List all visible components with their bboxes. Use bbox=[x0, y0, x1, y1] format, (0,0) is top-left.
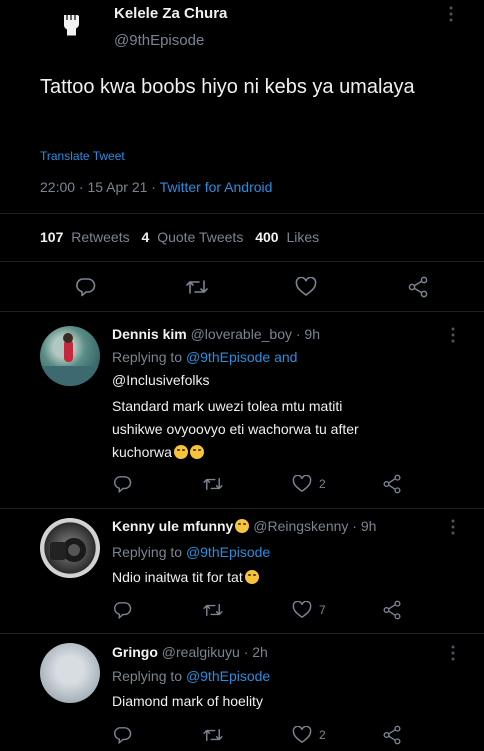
retweet-icon[interactable] bbox=[202, 727, 224, 743]
author-handle[interactable]: @9thEpisode bbox=[114, 32, 204, 49]
reply-icon[interactable] bbox=[74, 277, 96, 297]
divider bbox=[0, 311, 484, 312]
reply-icon[interactable] bbox=[112, 475, 132, 493]
replying-to: Replying to @9thEpisode and bbox=[112, 349, 298, 365]
divider bbox=[0, 633, 484, 634]
reply-avatar[interactable] bbox=[40, 518, 100, 578]
divider bbox=[0, 213, 484, 214]
quotes-stat[interactable]: 4 Quote Tweets bbox=[142, 229, 248, 245]
like-icon[interactable] bbox=[292, 726, 312, 744]
retweet-icon[interactable] bbox=[185, 278, 209, 296]
reply-avatar[interactable] bbox=[40, 326, 100, 386]
grimace-emoji bbox=[189, 445, 204, 459]
reply-avatar[interactable] bbox=[40, 643, 100, 703]
share-icon[interactable] bbox=[382, 600, 402, 620]
reply-icon[interactable] bbox=[112, 726, 132, 744]
share-icon[interactable] bbox=[382, 725, 402, 745]
translate-tweet-link[interactable]: Translate Tweet bbox=[40, 149, 125, 163]
reply-header: Dennis kim @loverable_boy · 9h bbox=[112, 326, 320, 342]
tweet-time: 22:00 · 15 Apr 21 · bbox=[40, 179, 156, 195]
mention-link[interactable]: @9thEpisode bbox=[186, 668, 270, 684]
retweets-stat[interactable]: 107 Retweets bbox=[40, 229, 134, 245]
replying-to: Replying to @9thEpisode bbox=[112, 544, 271, 560]
more-icon[interactable] bbox=[449, 327, 457, 343]
reply-text-line: ushikwe ovyoovyo eti wachorwa tu after bbox=[112, 421, 359, 437]
more-icon[interactable] bbox=[449, 519, 457, 535]
mention-link[interactable]: @9thEpisode bbox=[186, 544, 270, 560]
likes-stat[interactable]: 400 Likes bbox=[255, 229, 323, 245]
reply-handle-time[interactable]: @realgikuyu · 2h bbox=[162, 644, 268, 660]
rolling-eyes-emoji bbox=[173, 445, 188, 459]
reply-header: Kenny ule mfunny @Reingskenny · 9h bbox=[112, 518, 376, 534]
replying-to: Replying to @9thEpisode bbox=[112, 668, 271, 684]
laughing-emoji bbox=[244, 570, 259, 584]
reply-text-line: Diamond mark of hoelity bbox=[112, 693, 263, 709]
reply-handle-time[interactable]: @Reingskenny · 9h bbox=[253, 518, 376, 534]
more-icon[interactable] bbox=[447, 6, 455, 25]
tweet-text: Tattoo kwa boobs hiyo ni kebs ya umalaya bbox=[40, 76, 415, 98]
like-count: 2 bbox=[319, 477, 326, 491]
divider bbox=[0, 261, 484, 262]
reply-text-last: kuchorwa bbox=[112, 442, 204, 463]
share-icon[interactable] bbox=[382, 474, 402, 494]
reply-author-name[interactable]: Gringo bbox=[112, 644, 158, 660]
more-icon[interactable] bbox=[449, 645, 457, 661]
divider bbox=[0, 508, 484, 509]
fist-logo-icon bbox=[64, 15, 79, 36]
reply-icon[interactable] bbox=[112, 601, 132, 619]
author-avatar[interactable] bbox=[54, 6, 88, 40]
like-count: 2 bbox=[319, 728, 326, 742]
reply-author-name[interactable]: Dennis kim bbox=[112, 326, 187, 342]
like-count: 7 bbox=[319, 603, 326, 617]
mention-link[interactable]: @9thEpisode and bbox=[186, 349, 298, 365]
laughing-emoji bbox=[235, 519, 250, 533]
reply-handle-time[interactable]: @loverable_boy · 9h bbox=[191, 326, 320, 342]
reply-text-line: Standard mark uwezi tolea mtu matiti bbox=[112, 398, 343, 414]
mention-link[interactable]: @Inclusivefolks bbox=[112, 370, 209, 391]
reply-text-last: Ndio inaitwa tit for tat bbox=[112, 567, 259, 588]
like-icon[interactable] bbox=[295, 277, 317, 297]
share-icon[interactable] bbox=[407, 276, 429, 298]
tweet-stats: 107 Retweets 4 Quote Tweets 400 Likes bbox=[40, 229, 327, 245]
like-icon[interactable] bbox=[292, 601, 312, 619]
like-icon[interactable] bbox=[292, 475, 312, 493]
retweet-icon[interactable] bbox=[202, 602, 224, 618]
tweet-source-link[interactable]: Twitter for Android bbox=[160, 179, 273, 195]
author-name[interactable]: Kelele Za Chura bbox=[114, 5, 227, 22]
tweet-meta: 22:00 · 15 Apr 21 · Twitter for Android bbox=[40, 179, 272, 195]
reply-author-name[interactable]: Kenny ule mfunny bbox=[112, 518, 233, 534]
retweet-icon[interactable] bbox=[202, 476, 224, 492]
reply-header: Gringo @realgikuyu · 2h bbox=[112, 644, 268, 660]
